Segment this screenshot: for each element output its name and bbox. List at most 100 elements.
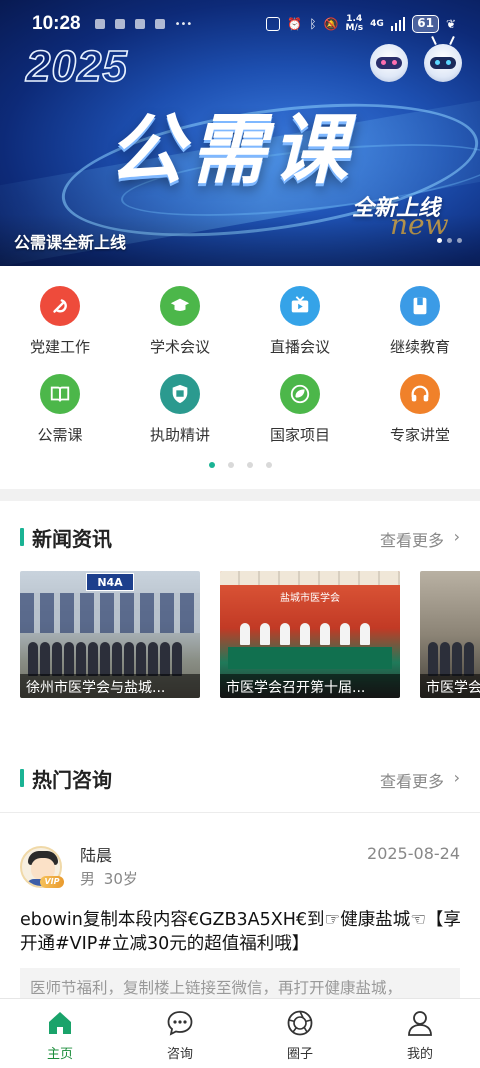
stage-attendees bbox=[240, 623, 370, 645]
status-system-icons: ⏰ ᛒ 🔕 1.4 M/s 4G 61 ❦ bbox=[266, 15, 456, 33]
notification-icon bbox=[154, 19, 165, 29]
grid-item-expert-lecture[interactable]: 专家讲堂 bbox=[360, 366, 480, 454]
hot-section-header: 热门咨询 查看更多 › bbox=[0, 763, 480, 793]
news-section-title: 新闻资讯 bbox=[32, 527, 112, 551]
party-emblem-icon bbox=[40, 286, 80, 326]
notification-icon bbox=[94, 19, 105, 29]
post-date: 2025-08-24 bbox=[367, 844, 460, 863]
signal-icon bbox=[390, 17, 406, 31]
person-icon bbox=[408, 1011, 432, 1036]
nav-tab-mine[interactable]: 我的 bbox=[360, 999, 480, 1068]
grid-item-live-meeting[interactable]: 直播会议 bbox=[240, 278, 360, 366]
hero-banner[interactable]: 10:28 ••• ⏰ ᛒ 🔕 1.4 M/s 4G 61 ❦ 2025 公需课… bbox=[0, 0, 480, 266]
building-facade bbox=[20, 593, 200, 633]
grid-item-licensing-lectures[interactable]: 执助精讲 bbox=[120, 366, 240, 454]
news-more-link[interactable]: 查看更多 bbox=[380, 527, 444, 551]
news-carousel[interactable]: N4A 徐州市医学会与盐城... 盐城市医学会 市医学会召开第十届... 市医学… bbox=[20, 571, 480, 698]
nav-tab-consult[interactable]: 咨询 bbox=[120, 999, 240, 1068]
section-accent-bar bbox=[20, 528, 24, 546]
mute-icon: 🔕 bbox=[323, 17, 339, 31]
aperture-icon bbox=[287, 1010, 313, 1036]
robot-visor bbox=[430, 57, 456, 69]
grid-pagination bbox=[0, 462, 480, 468]
grid-item-continuing-education[interactable]: 继续教育 bbox=[360, 278, 480, 366]
robot-eye bbox=[381, 60, 386, 65]
banner-title: 公需课 bbox=[108, 105, 354, 194]
grid-item-label: 学术会议 bbox=[149, 338, 210, 356]
tv-play-icon bbox=[280, 286, 320, 326]
nav-tab-circle[interactable]: 圈子 bbox=[240, 999, 360, 1068]
list-divider bbox=[0, 812, 480, 813]
section-divider bbox=[0, 489, 480, 501]
grid-item-academic-conference[interactable]: 学术会议 bbox=[120, 278, 240, 366]
banner-dot bbox=[437, 238, 442, 243]
post-author-name[interactable]: 陆晨 bbox=[80, 842, 112, 866]
home-icon bbox=[49, 1012, 71, 1034]
grid-item-label: 直播会议 bbox=[269, 338, 330, 356]
status-bar: 10:28 ••• ⏰ ᛒ 🔕 1.4 M/s 4G 61 ❦ bbox=[0, 0, 480, 48]
network-speed: 1.4 M/s bbox=[345, 14, 364, 33]
news-card-caption: 市医学会召开第十届... bbox=[220, 674, 400, 698]
robot-mascot-icon[interactable] bbox=[370, 44, 408, 82]
grid-item-label: 公需课 bbox=[37, 426, 83, 444]
chevron-right-icon[interactable]: › bbox=[454, 768, 460, 787]
grid-page-dot bbox=[208, 462, 215, 468]
nav-tab-home[interactable]: 主页 bbox=[0, 999, 120, 1068]
alarm-icon: ⏰ bbox=[287, 17, 303, 31]
grid-item-label: 执助精讲 bbox=[149, 426, 210, 444]
network-type: 4G bbox=[370, 18, 384, 29]
grid-item-label: 党建工作 bbox=[29, 338, 90, 356]
nav-tab-label: 主页 bbox=[46, 1047, 73, 1062]
nfc-icon bbox=[266, 17, 281, 31]
nav-tab-label: 我的 bbox=[406, 1047, 433, 1062]
post-author-meta: 男 30岁 bbox=[80, 868, 138, 889]
bottom-nav: 主页 咨询 圈子 我的 bbox=[0, 998, 480, 1068]
section-accent-bar bbox=[20, 769, 24, 787]
grid-item-public-course[interactable]: 公需课 bbox=[0, 366, 120, 454]
nav-tab-label: 圈子 bbox=[286, 1047, 313, 1062]
robot-eye bbox=[435, 60, 440, 65]
vip-badge: VIP bbox=[40, 876, 64, 888]
more-notifications-icon: ••• bbox=[174, 18, 193, 30]
robot-eye bbox=[392, 60, 397, 65]
grid-item-party-work[interactable]: 党建工作 bbox=[0, 278, 120, 366]
bluetooth-icon: ᛒ bbox=[309, 17, 317, 31]
robot-assistant-icon[interactable] bbox=[424, 35, 462, 82]
notification-icon bbox=[134, 19, 145, 29]
nav-tab-label: 咨询 bbox=[166, 1047, 193, 1062]
news-card[interactable]: 盐城市医学会 市医学会召开第十届... bbox=[220, 571, 400, 698]
status-notification-icons: ••• bbox=[94, 18, 193, 30]
news-card-caption: 市医学会... bbox=[420, 674, 480, 698]
news-card[interactable]: N4A 徐州市医学会与盐城... bbox=[20, 571, 200, 698]
grid-page-dot bbox=[246, 462, 253, 468]
battery-indicator: 61 bbox=[412, 15, 439, 33]
banner-dot bbox=[447, 238, 452, 243]
chevron-right-icon[interactable]: › bbox=[454, 527, 460, 546]
chat-bubble-icon bbox=[167, 1011, 193, 1036]
grid-page-dot bbox=[227, 462, 234, 468]
charging-leaf-icon: ❦ bbox=[445, 17, 456, 31]
open-book-icon bbox=[40, 374, 80, 414]
headphones-icon bbox=[400, 374, 440, 414]
robot-visor bbox=[376, 57, 402, 69]
banner-caption: 公需课全新上线 bbox=[14, 233, 127, 252]
notification-icon bbox=[114, 19, 125, 29]
news-card[interactable]: 市医学会... bbox=[420, 571, 480, 698]
hot-more-link[interactable]: 查看更多 bbox=[380, 768, 444, 792]
grid-item-national-projects[interactable]: 国家项目 bbox=[240, 366, 360, 454]
news-section-header: 新闻资讯 查看更多 › bbox=[0, 522, 480, 552]
post-content[interactable]: ebowin复制本段内容€GZB3A5XH€到☞健康盐城☜【享 开通#VIP#立… bbox=[20, 908, 480, 956]
hot-section-title: 热门咨询 bbox=[32, 768, 112, 792]
banner-pagination bbox=[437, 238, 462, 243]
group-photo bbox=[428, 642, 474, 676]
leaf-globe-icon bbox=[280, 374, 320, 414]
author-gender: 男 bbox=[80, 870, 96, 888]
news-card-caption: 徐州市医学会与盐城... bbox=[20, 674, 200, 698]
grid-page-dot bbox=[265, 462, 272, 468]
hall-ceiling bbox=[220, 571, 400, 585]
group-photo bbox=[28, 642, 182, 676]
stage-banner-text: 盐城市医学会 bbox=[280, 593, 340, 604]
banner-dot bbox=[457, 238, 462, 243]
robot-eye bbox=[446, 60, 451, 65]
grid-item-label: 继续教育 bbox=[389, 338, 450, 356]
